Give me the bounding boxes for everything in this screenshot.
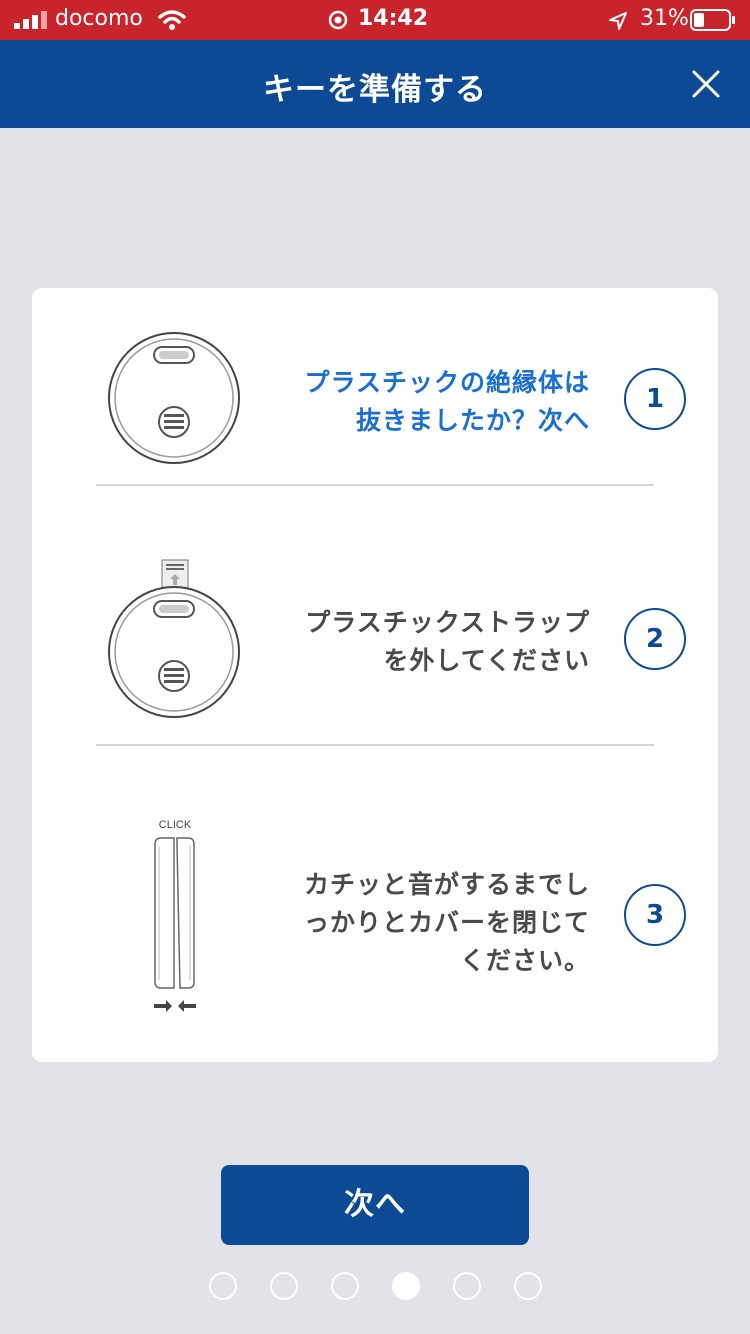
- instructions-card: プラスチックの絶縁体は 抜きましたか？次へ 1 プラスチックストラップ を外して…: [32, 288, 718, 1062]
- step-2-line-2: を外してください: [383, 646, 590, 675]
- wifi-icon: [158, 10, 186, 30]
- key-cover-close-illustration: CLICK: [154, 819, 196, 1012]
- battery-percentage: 31%: [640, 6, 689, 31]
- step-1-line-2: 抜きましたか？次へ: [355, 406, 590, 435]
- battery-icon: [690, 9, 735, 31]
- click-label: CLICK: [159, 819, 192, 831]
- page-dot-1[interactable]: [209, 1272, 237, 1300]
- location-icon: [609, 12, 627, 30]
- key-fob-strap-illustration: [108, 559, 240, 718]
- page-dot-3[interactable]: [331, 1272, 359, 1300]
- step-3-line-3: ください。: [459, 946, 590, 975]
- step-3: CLICK カチッと音がするまでし っかりとカバーを閉じて ください。 3: [32, 746, 718, 1062]
- step-3-text: カチッと音がするまでし っかりとカバーを閉じて ください。: [304, 866, 590, 980]
- step-1-number: 1: [624, 368, 686, 430]
- step-2-number: 2: [624, 608, 686, 670]
- header-bar: キーを準備する: [0, 40, 750, 128]
- step-3-line-1: カチッと音がするまでし: [303, 870, 590, 899]
- close-button[interactable]: [686, 64, 726, 104]
- page-dot-4[interactable]: [392, 1272, 420, 1300]
- signal-icon: [14, 11, 47, 29]
- step-2: プラスチックストラップ を外してください 2: [32, 486, 718, 744]
- page-dot-2[interactable]: [270, 1272, 298, 1300]
- close-icon: [692, 70, 720, 98]
- carrier-name: docomo: [55, 6, 143, 31]
- step-3-number: 3: [624, 884, 686, 946]
- step-2-text: プラスチックストラップ を外してください: [305, 604, 590, 680]
- step-1: プラスチックの絶縁体は 抜きましたか？次へ 1: [32, 288, 718, 484]
- key-fob-illustration: [108, 332, 240, 464]
- page-dot-6[interactable]: [514, 1272, 542, 1300]
- status-bar: docomo 14:42 31%: [0, 0, 750, 40]
- step-1-line-1: プラスチックの絶縁体は: [304, 368, 590, 397]
- status-time: 14:42: [358, 6, 429, 31]
- page-dot-5[interactable]: [453, 1272, 481, 1300]
- page-title: キーを準備する: [263, 72, 487, 108]
- page-indicator: [0, 1272, 750, 1300]
- step-1-text[interactable]: プラスチックの絶縁体は 抜きましたか？次へ: [304, 364, 590, 440]
- step-3-line-2: っかりとカバーを閉じて: [303, 908, 590, 937]
- screen-lock-icon: [328, 10, 348, 30]
- step-2-line-1: プラスチックストラップ: [305, 608, 590, 637]
- next-button[interactable]: 次へ: [221, 1165, 529, 1245]
